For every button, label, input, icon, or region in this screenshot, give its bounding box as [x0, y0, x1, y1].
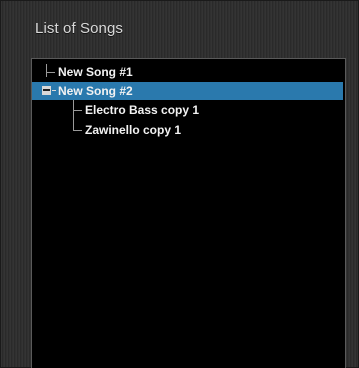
tree-connector	[52, 90, 56, 91]
minus-icon	[43, 89, 50, 91]
tree-item-new-song-2[interactable]: New Song #2	[32, 82, 343, 100]
songs-panel: List of Songs New Song #1 New Song #2 El…	[0, 0, 359, 368]
tree-item-zawinello-copy-1[interactable]: Zawinello copy 1	[32, 121, 343, 139]
collapse-toggle-icon[interactable]	[42, 86, 51, 95]
tree-item-label: Zawinello copy 1	[85, 123, 182, 137]
tree-item-new-song-1[interactable]: New Song #1	[32, 63, 343, 81]
tree-item-label: New Song #1	[58, 65, 133, 79]
tree-item-electro-bass-copy-1[interactable]: Electro Bass copy 1	[32, 101, 343, 119]
tree-item-label: Electro Bass copy 1	[85, 103, 200, 117]
panel-title: List of Songs	[35, 20, 124, 37]
tree-item-label: New Song #2	[58, 84, 133, 98]
song-tree[interactable]: New Song #1 New Song #2 Electro Bass cop…	[31, 58, 346, 368]
